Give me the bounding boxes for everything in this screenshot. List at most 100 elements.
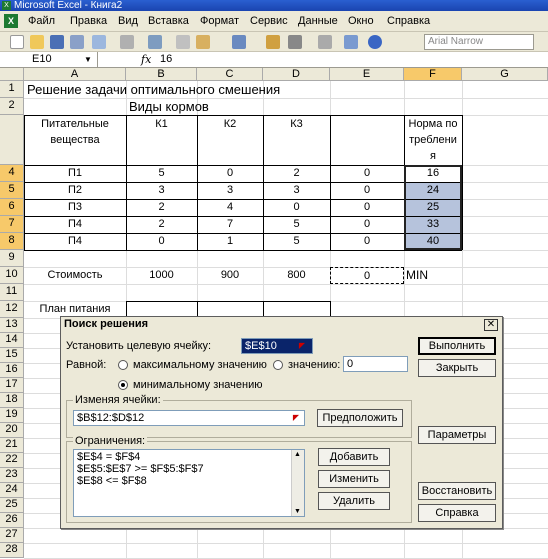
- new-file-icon[interactable]: [10, 35, 24, 49]
- max-radio[interactable]: [118, 360, 128, 370]
- row-header[interactable]: 11: [0, 284, 24, 301]
- collapse-dialog-icon[interactable]: ◤: [295, 340, 309, 352]
- solve-button[interactable]: Выполнить: [418, 337, 496, 355]
- copy-icon[interactable]: [176, 35, 190, 49]
- table-cell[interactable]: 5: [126, 165, 197, 182]
- delete-button[interactable]: Удалить: [318, 492, 390, 510]
- row-header[interactable]: 19: [0, 408, 24, 423]
- scroll-up-icon[interactable]: ▲: [294, 451, 301, 458]
- list-item[interactable]: $E$4 = $F$4: [77, 451, 304, 463]
- table-cell[interactable]: П4: [24, 216, 126, 233]
- constraints-scrollbar[interactable]: ▲ ▼: [291, 450, 304, 516]
- change-button[interactable]: Изменить: [318, 470, 390, 488]
- row-header[interactable]: 26: [0, 513, 24, 528]
- row-header[interactable]: 22: [0, 453, 24, 468]
- select-all-corner[interactable]: [0, 68, 24, 81]
- row-header[interactable]: 10: [0, 267, 24, 284]
- email-icon[interactable]: [92, 35, 106, 49]
- nutrients-header[interactable]: Питательные вещества: [24, 115, 126, 165]
- table-cell[interactable]: 0: [330, 182, 404, 199]
- norm-header[interactable]: Норма потребления: [404, 115, 462, 165]
- row-header[interactable]: 20: [0, 423, 24, 438]
- list-item[interactable]: $E$8 <= $F$8: [77, 475, 304, 487]
- table-cell[interactable]: 2: [126, 199, 197, 216]
- table-cell[interactable]: 0: [330, 216, 404, 233]
- row-header[interactable]: 3: [0, 115, 24, 181]
- cost-k3[interactable]: 800: [263, 267, 330, 284]
- cost-k1[interactable]: 1000: [126, 267, 197, 284]
- k2-header[interactable]: К2: [197, 115, 263, 165]
- row-header[interactable]: 6: [0, 199, 24, 216]
- menu-insert[interactable]: Вставка: [148, 15, 189, 27]
- menu-format[interactable]: Формат: [200, 15, 239, 27]
- column-header[interactable]: C: [197, 68, 263, 81]
- row-header[interactable]: 16: [0, 363, 24, 378]
- row-header[interactable]: 28: [0, 543, 24, 558]
- table-cell[interactable]: 2: [126, 216, 197, 233]
- table-cell[interactable]: 0: [197, 165, 263, 182]
- table-cell[interactable]: 0: [263, 199, 330, 216]
- objective-cell[interactable]: 0: [330, 267, 404, 284]
- chevron-down-icon[interactable]: ▼: [84, 52, 92, 67]
- cost-k2[interactable]: 900: [197, 267, 263, 284]
- row-header[interactable]: 27: [0, 528, 24, 543]
- row-header[interactable]: 9: [0, 250, 24, 267]
- table-cell[interactable]: П4: [24, 233, 126, 250]
- table-cell[interactable]: 0: [126, 233, 197, 250]
- menu-tools[interactable]: Сервис: [250, 15, 288, 27]
- add-button[interactable]: Добавить: [318, 448, 390, 466]
- column-header[interactable]: B: [126, 68, 197, 81]
- min-label[interactable]: MIN: [404, 267, 462, 284]
- menu-help[interactable]: Справка: [387, 15, 430, 27]
- list-item[interactable]: $E$5:$E$7 >= $F$5:$F$7: [77, 463, 304, 475]
- feed-types-header[interactable]: Виды кормов: [126, 98, 330, 115]
- table-cell[interactable]: П2: [24, 182, 126, 199]
- row-header[interactable]: 2: [0, 98, 24, 115]
- paste-icon[interactable]: [196, 35, 210, 49]
- close-button[interactable]: Закрыть: [418, 359, 496, 377]
- table-cell[interactable]: 0: [330, 199, 404, 216]
- row-header[interactable]: 24: [0, 483, 24, 498]
- row-header[interactable]: 18: [0, 393, 24, 408]
- table-cell[interactable]: 2: [263, 165, 330, 182]
- permission-icon[interactable]: [70, 35, 84, 49]
- menu-file[interactable]: Файл: [28, 15, 55, 27]
- row-header[interactable]: 13: [0, 318, 24, 333]
- collapse-dialog-icon[interactable]: ◤: [289, 412, 303, 424]
- table-cell[interactable]: 3: [126, 182, 197, 199]
- table-cell[interactable]: 4: [197, 199, 263, 216]
- table-cell[interactable]: 5: [263, 216, 330, 233]
- min-radio[interactable]: [118, 380, 128, 390]
- table-cell[interactable]: 7: [197, 216, 263, 233]
- save-icon[interactable]: [50, 35, 64, 49]
- row-header[interactable]: 4: [0, 165, 24, 182]
- column-header[interactable]: F: [404, 68, 462, 81]
- row-header[interactable]: 23: [0, 468, 24, 483]
- table-cell[interactable]: 3: [197, 182, 263, 199]
- table-cell[interactable]: 0: [330, 233, 404, 250]
- row-header[interactable]: 5: [0, 182, 24, 199]
- menu-view[interactable]: Вид: [118, 15, 138, 27]
- row-header[interactable]: 17: [0, 378, 24, 393]
- value-input[interactable]: 0: [343, 356, 408, 372]
- table-cell[interactable]: 3: [263, 182, 330, 199]
- column-header[interactable]: A: [24, 68, 126, 81]
- value-radio[interactable]: [273, 360, 283, 370]
- row-header[interactable]: 25: [0, 498, 24, 513]
- print-preview-icon[interactable]: [148, 35, 162, 49]
- table-cell[interactable]: П3: [24, 199, 126, 216]
- scroll-down-icon[interactable]: ▼: [294, 508, 301, 515]
- excel-logo-icon[interactable]: X: [4, 14, 18, 28]
- table-cell[interactable]: П1: [24, 165, 126, 182]
- sheet-title[interactable]: Решение задачи оптимального смешения: [24, 81, 330, 98]
- constraints-list[interactable]: $E$4 = $F$4 $E$5:$E$7 >= $F$5:$F$7 $E$8 …: [73, 449, 305, 517]
- hyperlink-icon[interactable]: [266, 35, 280, 49]
- autosum-icon[interactable]: [288, 35, 302, 49]
- close-icon[interactable]: ✕: [484, 319, 498, 331]
- k3-header[interactable]: К3: [263, 115, 330, 165]
- changing-cells-input[interactable]: $B$12:$D$12: [73, 410, 305, 426]
- row-header[interactable]: 15: [0, 348, 24, 363]
- cost-label[interactable]: Стоимость: [24, 267, 126, 284]
- column-header[interactable]: G: [462, 68, 548, 81]
- column-header[interactable]: D: [263, 68, 330, 81]
